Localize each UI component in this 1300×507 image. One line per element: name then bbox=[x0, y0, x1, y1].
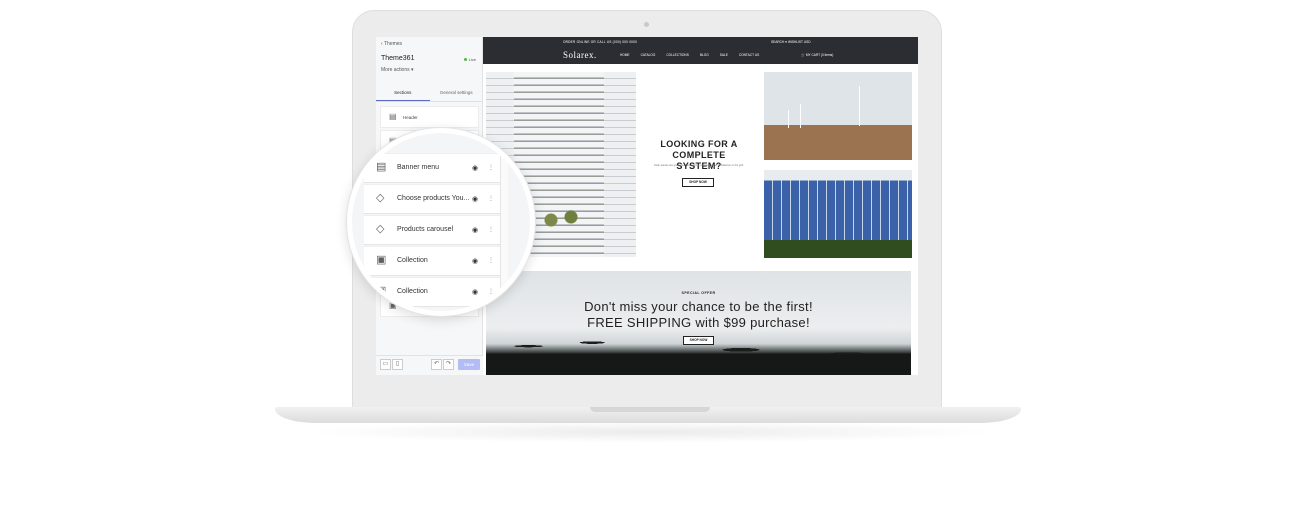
back-themes-link[interactable]: ‹ Themes bbox=[381, 41, 402, 47]
store-header: ORDER ONLINE OR CALL US (000) 000 0000 S… bbox=[483, 37, 918, 64]
store-nav: HOME CATALOG COLLECTIONS BLOG SALE CONTA… bbox=[620, 53, 770, 57]
tag-icon: ◇ bbox=[376, 223, 385, 235]
banner-icon: ▤ bbox=[376, 161, 387, 173]
section-header[interactable]: ▤ Header bbox=[380, 106, 479, 128]
desktop-view-button[interactable]: ▭ bbox=[380, 359, 391, 370]
mobile-icon: ▯ bbox=[395, 361, 400, 367]
shop-now-button[interactable]: SHOP NOW bbox=[682, 178, 714, 187]
building-plants bbox=[536, 202, 586, 232]
section-collection[interactable]: ▣ Collection ◉ ⋮ bbox=[364, 277, 500, 307]
nav-catalog[interactable]: CATALOG bbox=[641, 53, 656, 57]
magnifier-divider bbox=[500, 133, 508, 311]
tag-icon: ◇ bbox=[376, 192, 385, 204]
eye-icon[interactable]: ◉ bbox=[472, 288, 478, 296]
collection-icon: ▣ bbox=[376, 254, 387, 266]
theme-name: Theme361 bbox=[381, 55, 415, 62]
banner-shop-now-button[interactable]: SHOP NOW bbox=[683, 336, 714, 345]
live-badge: Live bbox=[463, 57, 476, 62]
tab-general-settings[interactable]: General settings bbox=[430, 85, 484, 101]
solar-grass bbox=[764, 240, 912, 258]
magnifier-callout: ▤ Banner menu ◉ ⋮ ◇ Choose products You.… bbox=[347, 128, 535, 316]
redo-icon: ↷ bbox=[445, 361, 452, 367]
eye-icon[interactable]: ◉ bbox=[472, 164, 478, 172]
header-top-links[interactable]: SEARCH ♥ WISHLIST USD bbox=[771, 40, 811, 44]
banner-kicker: SPECIAL OFFER bbox=[681, 291, 716, 295]
more-actions-menu[interactable]: More actions ▾ bbox=[381, 67, 414, 73]
turbine-mast bbox=[800, 104, 801, 128]
nav-sale[interactable]: SALE bbox=[720, 53, 728, 57]
save-button[interactable]: Save bbox=[458, 359, 480, 370]
drag-handle-icon[interactable]: ⋮ bbox=[488, 257, 494, 264]
sidebar-tabs: Sections General settings bbox=[376, 85, 483, 102]
eye-icon[interactable]: ◉ bbox=[472, 257, 478, 265]
caret-down-icon: ▾ bbox=[411, 67, 414, 73]
cart-icon: 🛒 bbox=[801, 53, 805, 57]
eye-icon[interactable]: ◉ bbox=[472, 195, 478, 203]
store-preview: ORDER ONLINE OR CALL US (000) 000 0000 S… bbox=[483, 37, 918, 375]
nav-collections[interactable]: COLLECTIONS bbox=[666, 53, 689, 57]
nav-contact[interactable]: CONTACT US bbox=[739, 53, 759, 57]
collection-icon: ▣ bbox=[376, 285, 387, 297]
drag-handle-icon[interactable]: ⋮ bbox=[488, 288, 494, 295]
drag-handle-icon[interactable]: ⋮ bbox=[488, 195, 494, 202]
announcement-text: ORDER ONLINE OR CALL US (000) 000 0000 bbox=[563, 40, 638, 44]
nav-blog[interactable]: BLOG bbox=[700, 53, 709, 57]
eye-icon[interactable]: ◉ bbox=[472, 226, 478, 234]
turbine-mast bbox=[859, 86, 860, 126]
banner-title: Don't miss your chance to be the first! … bbox=[486, 299, 911, 331]
redo-button[interactable]: ↷ bbox=[443, 359, 454, 370]
banner-line-1: Don't miss your chance to be the first! bbox=[584, 299, 813, 314]
section-banner-menu[interactable]: ▤ Banner menu ◉ ⋮ bbox=[364, 153, 500, 183]
store-logo[interactable]: Solarex. bbox=[563, 50, 597, 60]
drag-handle-icon[interactable]: ⋮ bbox=[488, 226, 494, 233]
tab-sections[interactable]: Sections bbox=[376, 85, 430, 101]
wind-turbine-image bbox=[764, 72, 912, 160]
nav-home[interactable]: HOME bbox=[620, 53, 630, 57]
section-products-carousel[interactable]: ◇ Products carousel ◉ ⋮ bbox=[364, 215, 500, 245]
drag-handle-icon[interactable]: ⋮ bbox=[488, 164, 494, 171]
banner-line-2: FREE SHIPPING with $99 purchase! bbox=[587, 315, 810, 330]
camera-dot bbox=[644, 22, 649, 27]
cart-link[interactable]: 🛒 MY CART (0 items) bbox=[801, 53, 833, 57]
mobile-view-button[interactable]: ▯ bbox=[392, 359, 403, 370]
header-icon: ▤ bbox=[389, 112, 397, 121]
sidebar-bottom-bar: ▭ ▯ ↶ ↷ Save bbox=[376, 355, 483, 375]
undo-button[interactable]: ↶ bbox=[431, 359, 442, 370]
live-dot-icon bbox=[463, 58, 467, 61]
laptop-notch bbox=[590, 407, 710, 412]
magnifier-content: ▤ Banner menu ◉ ⋮ ◇ Choose products You.… bbox=[352, 133, 530, 311]
promo-text: Solar panels are great, but they need to… bbox=[654, 164, 744, 167]
section-collection[interactable]: ▣ Collection ◉ ⋮ bbox=[364, 246, 500, 276]
laptop-shadow bbox=[300, 421, 1000, 443]
undo-icon: ↶ bbox=[433, 361, 440, 367]
turbine-mast bbox=[788, 110, 789, 128]
desktop-icon: ▭ bbox=[382, 361, 389, 367]
chevron-left-icon: ‹ bbox=[381, 41, 383, 47]
section-choose-products[interactable]: ◇ Choose products You... ◉ ⋮ bbox=[364, 184, 500, 214]
